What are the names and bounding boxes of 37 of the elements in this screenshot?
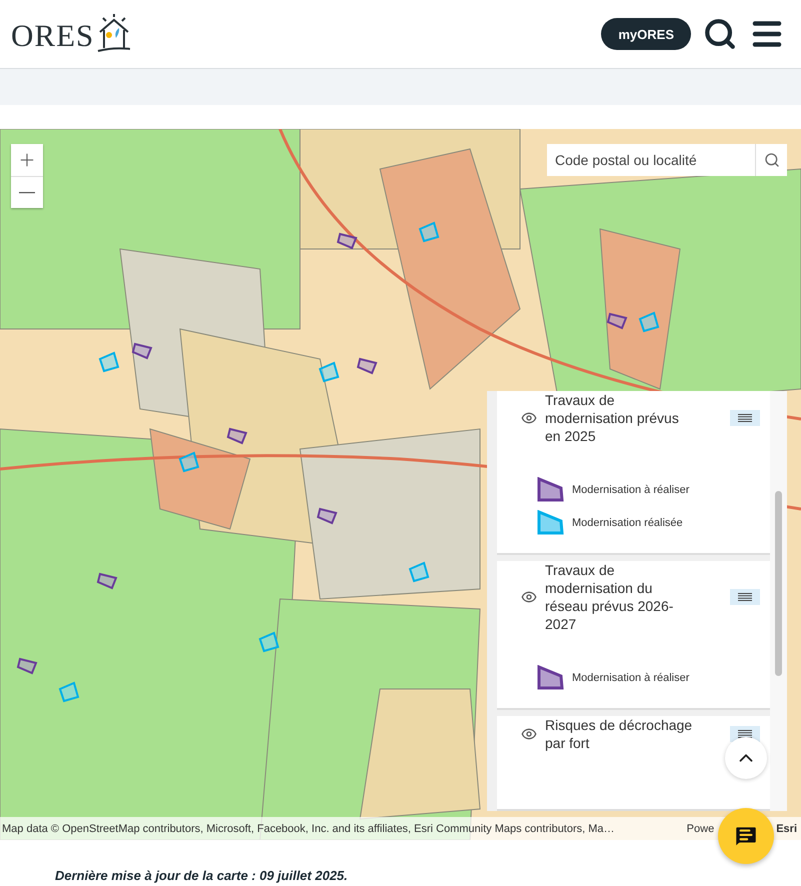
search-field[interactable]: Code postal ou localité: [547, 144, 755, 176]
layer-title: Travaux de modernisation prévus en 2025: [545, 391, 680, 445]
eye-icon[interactable]: [521, 589, 537, 605]
work-zone-shape[interactable]: [132, 342, 152, 360]
provider-link[interactable]: Esri: [776, 822, 797, 834]
scrollbar-thumb[interactable]: [775, 491, 782, 676]
account-button[interactable]: myORES: [601, 18, 691, 50]
work-zone-shape[interactable]: [606, 312, 628, 330]
work-zone-shape[interactable]: [226, 428, 248, 444]
eye-icon[interactable]: [521, 726, 537, 742]
legend-label: Modernisation à réaliser: [572, 484, 690, 496]
search-icon: [764, 152, 780, 168]
search-icon[interactable]: [703, 17, 737, 51]
work-zone-shape[interactable]: [316, 508, 338, 524]
attribution-text: Map data © OpenStreetMap contributors, Microsoft, Facebook, Inc. and its affiliates, Esri Community Maps contributors, Ma…: [2, 822, 616, 834]
legend-label: Modernisation à réaliser: [572, 672, 690, 684]
work-zone-shape[interactable]: [356, 358, 378, 374]
zoom-in-button[interactable]: [11, 144, 43, 176]
powered-by-text: Powe: [686, 822, 714, 834]
work-zone-shape[interactable]: [16, 658, 38, 674]
layer-title: Travaux de modernisation du réseau prévus 2026-2027: [545, 561, 674, 633]
work-zone-shape[interactable]: [96, 572, 118, 590]
work-zone-shape[interactable]: [336, 232, 358, 250]
layer-title: Risques de décrochage par fort: [545, 716, 694, 752]
minus-icon: [19, 192, 35, 194]
list-icon: [738, 730, 752, 738]
update-note: Dernière mise à jour de la carte : 09 juillet 2025.: [55, 868, 349, 883]
layer-list-button[interactable]: [730, 589, 760, 605]
logo-text[interactable]: ORES: [11, 18, 94, 54]
search-button[interactable]: [755, 144, 787, 176]
chat-button[interactable]: [718, 808, 774, 864]
legend-label: Modernisation réalisée: [572, 516, 683, 528]
list-icon: [738, 414, 752, 422]
eye-icon[interactable]: [521, 410, 537, 426]
house-logo-icon: [96, 14, 132, 54]
layer-list-button[interactable]: [730, 410, 760, 426]
list-icon: [738, 593, 752, 601]
